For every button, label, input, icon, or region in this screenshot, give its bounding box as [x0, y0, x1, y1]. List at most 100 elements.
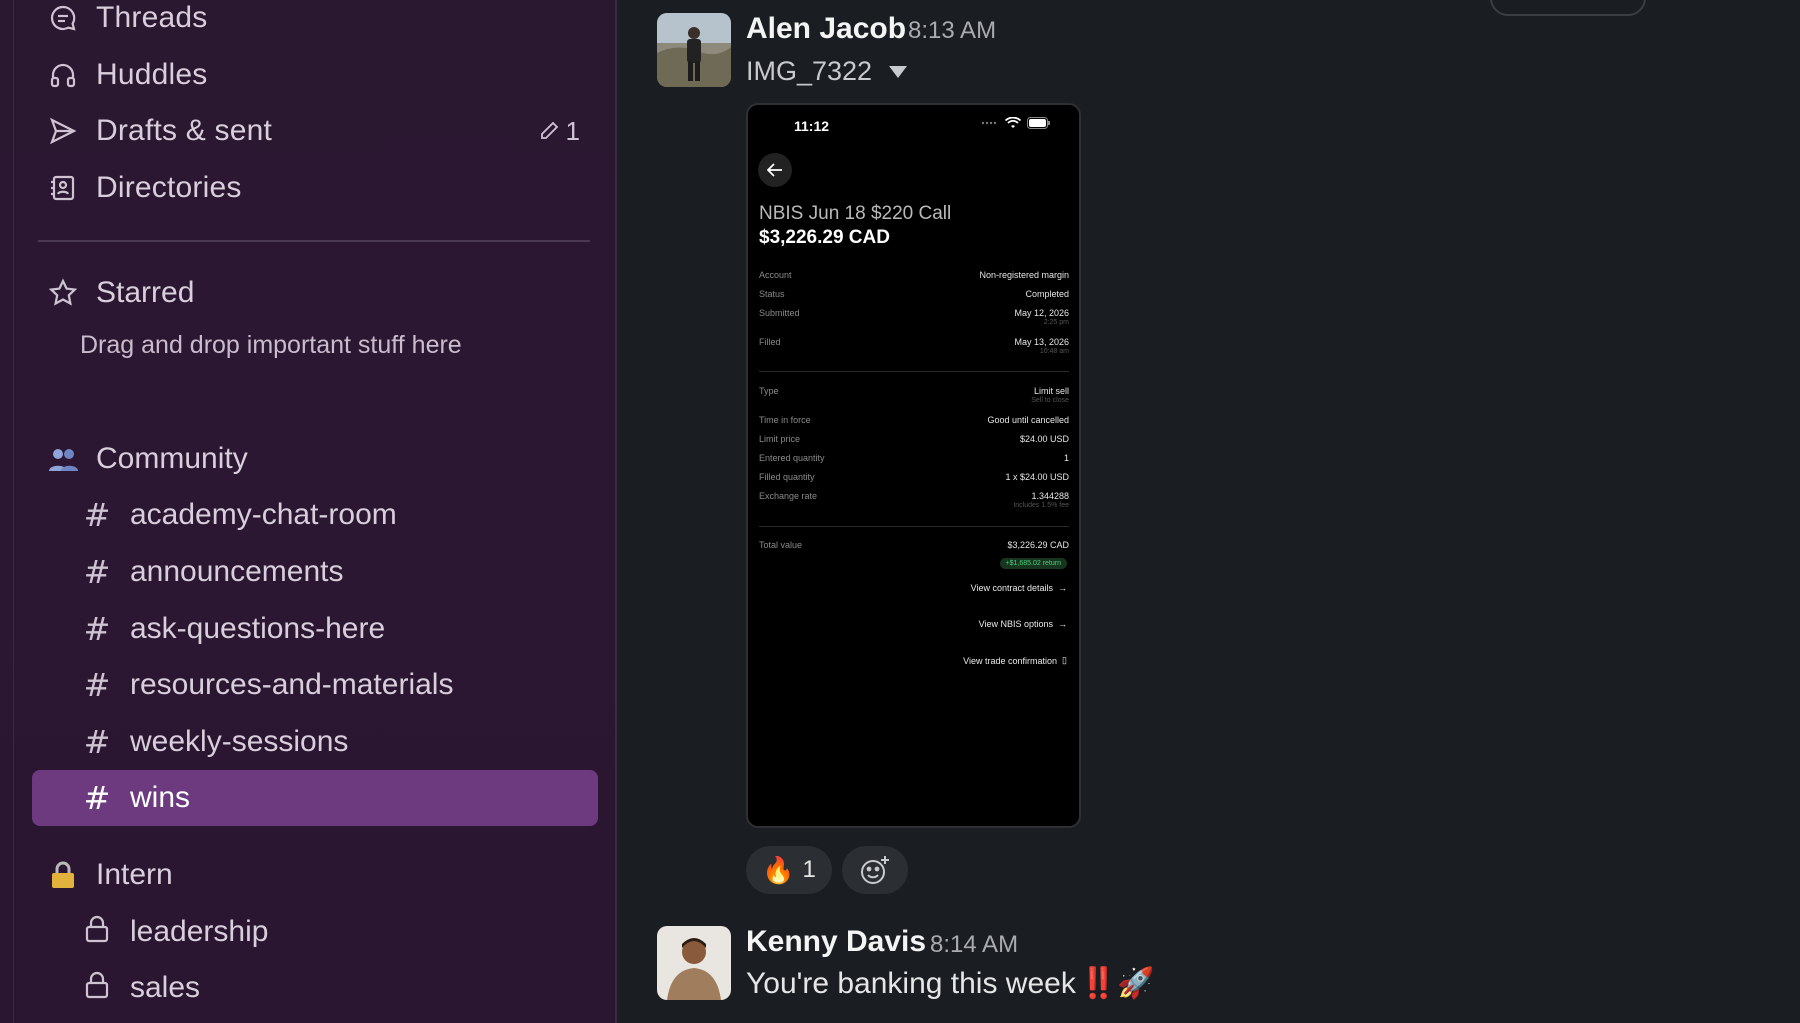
pencil-icon	[540, 121, 558, 139]
detail-value: Completed	[1025, 289, 1069, 299]
sidebar-item-label: Huddles	[96, 58, 208, 91]
reaction-count: 1	[802, 856, 816, 883]
view-contract-link: View contract details →	[971, 583, 1067, 593]
detail-value: May 13, 2026	[1014, 337, 1069, 347]
document-icon: ▯	[1062, 655, 1067, 665]
battery-icon	[1027, 117, 1050, 129]
detail-key: Total value	[759, 540, 803, 550]
hash-icon: #	[83, 553, 111, 591]
avatar-kenny-davis[interactable]	[657, 926, 731, 1000]
channel-label: sales	[130, 971, 201, 1004]
drafts-count-badge: 1	[538, 116, 580, 147]
hash-icon: #	[83, 723, 111, 761]
channel-leadership[interactable]: leadership	[32, 904, 598, 960]
sidebar-item-directories[interactable]: Directories	[46, 164, 586, 212]
send-icon	[46, 114, 80, 148]
detail-row: Time in force Good until cancelled	[759, 415, 1069, 425]
link-label: View NBIS options	[978, 619, 1053, 629]
message-timestamp[interactable]: 8:14 AM	[930, 931, 1018, 959]
message-text: You're banking this week	[746, 966, 1076, 1000]
arrow-right-icon: →	[1058, 619, 1067, 629]
channel-label: ask-questions-here	[130, 612, 386, 645]
separator	[759, 371, 1069, 372]
contract-title: NBIS Jun 18 $220 Call	[759, 203, 952, 224]
sidebar-item-huddles[interactable]: Huddles	[46, 51, 586, 99]
channel-label: weekly-sessions	[130, 725, 349, 758]
detail-row: Filled May 13, 2026 10:48 am	[759, 337, 1069, 355]
detail-row: Account Non-registered margin	[759, 270, 1069, 280]
detail-subvalue: 10:48 am	[1039, 348, 1069, 355]
channel-label: academy-chat-room	[130, 498, 397, 531]
separator	[759, 526, 1069, 527]
community-label: Community	[96, 442, 248, 475]
starred-section-header[interactable]: Starred	[46, 269, 194, 317]
sidebar-divider	[615, 0, 617, 1023]
reaction-fire[interactable]: 🔥 1	[746, 846, 832, 894]
file-title[interactable]: IMG_7322	[746, 56, 908, 87]
detail-value: $24.00 USD	[1019, 434, 1069, 444]
image-attachment[interactable]: 11:12 NBIS Jun 18 $220 Call $3,226.29 CA…	[746, 103, 1081, 828]
detail-row: Limit price $24.00 USD	[759, 434, 1069, 444]
detail-key: Limit price	[759, 434, 801, 444]
drafts-count: 1	[565, 115, 580, 146]
detail-key: Filled quantity	[759, 472, 815, 482]
channel-resources-and-materials[interactable]: # resources-and-materials	[32, 657, 598, 713]
lock-icon	[80, 969, 114, 1007]
detail-key: Account	[759, 270, 792, 280]
new-messages-pill[interactable]	[1490, 0, 1646, 16]
detail-subvalue: 2:25 pm	[1043, 319, 1069, 326]
channel-announcements[interactable]: # announcements	[32, 544, 598, 600]
add-reaction-button[interactable]	[842, 846, 908, 894]
intern-section-header[interactable]: Intern	[46, 851, 173, 899]
channel-weekly-sessions[interactable]: # weekly-sessions	[32, 714, 598, 770]
contract-amount: $3,226.29 CAD	[759, 227, 890, 248]
detail-subvalue: Sell to close	[1031, 397, 1069, 404]
message-author[interactable]: Kenny Davis	[746, 925, 926, 959]
detail-key: Time in force	[759, 415, 811, 425]
link-label: View trade confirmation	[963, 655, 1058, 666]
view-options-link: View NBIS options →	[979, 619, 1067, 629]
community-section-header[interactable]: Community	[46, 435, 248, 483]
caret-down-icon[interactable]	[888, 65, 908, 79]
back-arrow-icon	[758, 153, 792, 187]
arrow-right-icon: →	[1058, 583, 1067, 593]
starred-hint: Drag and drop important stuff here	[80, 331, 462, 359]
sidebar: Threads Huddles Drafts & sent 1 Director…	[0, 0, 617, 1023]
star-icon	[46, 276, 80, 310]
fire-emoji: 🔥	[762, 854, 795, 885]
sidebar-item-label: Directories	[96, 171, 242, 204]
detail-value: 1	[1063, 453, 1069, 463]
sidebar-item-drafts[interactable]: Drafts & sent 1	[46, 107, 586, 155]
channel-label: resources-and-materials	[130, 668, 454, 701]
lock-icon	[80, 913, 114, 951]
message-author[interactable]: Alen Jacob	[746, 12, 906, 46]
detail-value: Non-registered margin	[979, 270, 1069, 280]
detail-row: Type Limit sell Sell to close	[759, 386, 1069, 404]
channel-wins[interactable]: # wins	[32, 770, 598, 826]
message-emojis: ‼️🚀	[1079, 967, 1155, 1000]
status-time: 11:12	[794, 118, 830, 134]
detail-row: Exchange rate 1.344288 Includes 1.5% fee	[759, 491, 1069, 509]
detail-key: Type	[759, 386, 779, 396]
detail-value: 1 x $24.00 USD	[1005, 472, 1069, 482]
detail-row: Filled quantity 1 x $24.00 USD	[759, 472, 1069, 482]
signal-icon	[981, 121, 997, 125]
message-timestamp[interactable]: 8:13 AM	[908, 17, 996, 45]
intern-label: Intern	[96, 858, 173, 891]
hash-icon: #	[83, 666, 111, 704]
view-confirmation-link: View trade confirmation ▯	[963, 655, 1067, 666]
detail-row: Status Completed	[759, 289, 1069, 299]
message-pane: Alen Jacob 8:13 AM IMG_7322 11:12 NBIS J…	[619, 0, 1800, 1023]
channel-academy-chat-room[interactable]: # academy-chat-room	[32, 487, 598, 543]
message-body: You're banking this week ‼️🚀	[746, 966, 1155, 1001]
channel-sales[interactable]: sales	[32, 960, 598, 1016]
detail-row: Submitted May 12, 2026 2:25 pm	[759, 308, 1069, 326]
channel-ask-questions-here[interactable]: # ask-questions-here	[32, 601, 598, 657]
avatar-alen-jacob[interactable]	[657, 13, 731, 87]
detail-value: 1.344288	[1031, 491, 1069, 501]
detail-key: Submitted	[759, 308, 800, 318]
hash-icon: #	[83, 779, 111, 817]
sidebar-item-threads[interactable]: Threads	[46, 0, 586, 42]
detail-key: Status	[759, 289, 785, 299]
sidebar-item-label: Threads	[96, 1, 208, 34]
